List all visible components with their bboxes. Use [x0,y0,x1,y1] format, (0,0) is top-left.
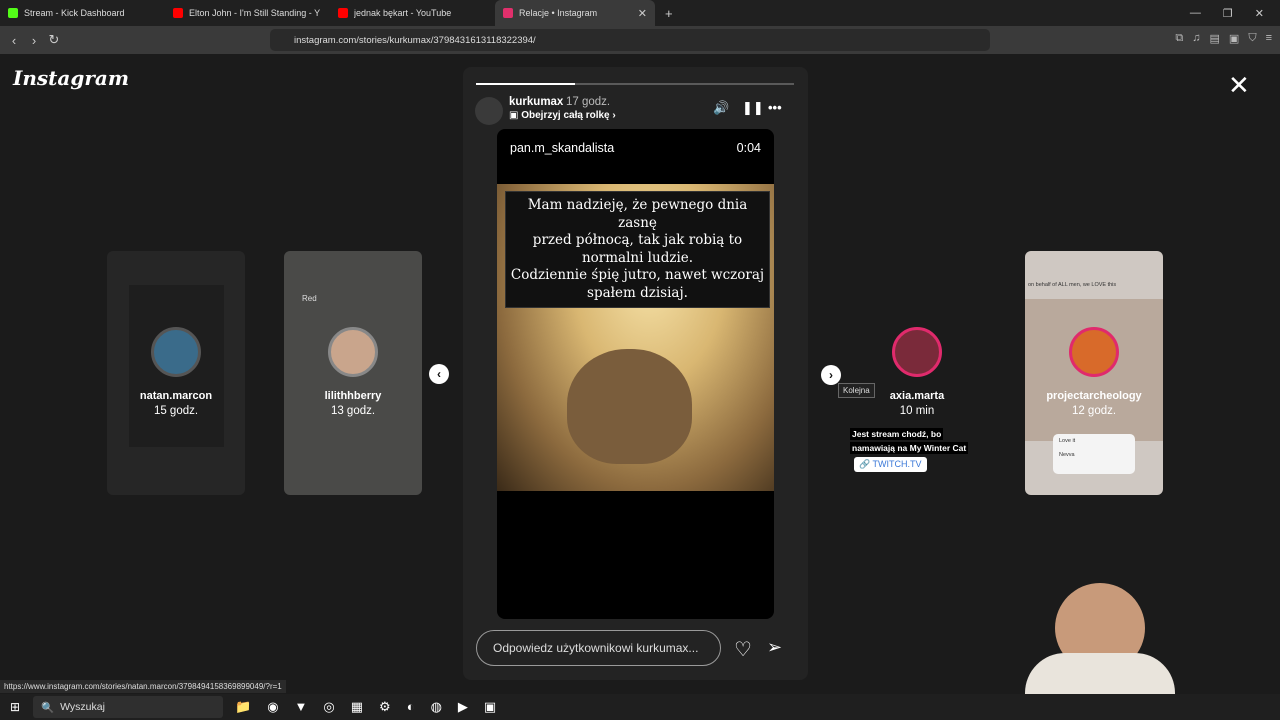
tab-jednak[interactable]: jednak bękart - YouTube [330,0,495,26]
twitch-link-sticker: 🔗 TWITCH.TV [854,457,927,472]
tab-instagram[interactable]: Relacje • Instagram ✕ [495,0,655,26]
taskbar: ⊞ 🔍 Wyszukaj 📁 ◉ ▼ ◎ ▦ ⚙ ◐ ◍ ▶ ▣ [0,694,1280,720]
story-viewer: kurkumax 17 godz. ▣ Obejrzyj całą rolkę … [463,67,808,680]
story-username[interactable]: kurkumax [509,96,563,108]
minimize-icon[interactable]: — [1190,7,1201,20]
instagram-icon [503,8,513,18]
close-tab-icon[interactable]: ✕ [638,7,647,20]
reload-icon[interactable]: ↻ [44,32,64,48]
story-time: 10 min [899,405,935,417]
pause-icon[interactable]: ❚❚ [742,100,764,116]
nav-bar: ‹ › ↻ instagram.com/stories/kurkumax/379… [0,26,1280,54]
story-username: axia.marta [889,390,945,402]
status-url: https://www.instagram.com/stories/natan.… [0,680,286,693]
story-overlay-text: Jest stream chodź, bo [850,428,944,440]
story-overlay-text: namawiają na My Winter Cat [850,442,969,454]
avatar [892,327,942,377]
previous-story-button[interactable]: ‹ [429,364,449,384]
instagram-logo[interactable]: Instagram [13,66,129,90]
story-username: natan.marcon [139,390,213,402]
avatar [1069,327,1119,377]
app-icon[interactable]: ▣ [484,699,496,715]
address-bar[interactable]: instagram.com/stories/kurkumax/379843161… [270,29,990,51]
heart-icon[interactable]: ♡ [734,637,752,662]
chrome-icon[interactable]: ◎ [323,699,334,715]
kick-icon [8,8,18,18]
story-time: 13 godz. [330,405,376,417]
more-options-icon[interactable]: ••• [768,100,782,115]
tab-bar: Stream - Kick Dashboard Elton John - I'm… [0,0,1280,26]
restore-icon[interactable]: ❐ [1223,7,1233,20]
story-time: 12 godz. [1071,405,1117,417]
story-header-text: on behalf of ALL men, we LOVE this [1028,282,1117,288]
youtube-icon [338,8,348,18]
story-video[interactable]: pan.m_skandalista 0:04 Mam nadzieję, że … [497,129,774,619]
file-explorer-icon[interactable]: 📁 [235,699,251,715]
side-story-projectarcheology[interactable]: on behalf of ALL men, we LOVE this proje… [1025,251,1163,495]
kick-icon[interactable]: ▶ [458,699,468,715]
side-story-lilith[interactable]: Red lilithhberry 13 godz. [284,251,422,495]
tab-elton[interactable]: Elton John - I'm Still Standing - Y [165,0,330,26]
video-username: pan.m_skandalista [510,141,615,155]
app-icon[interactable]: ▦ [351,699,363,715]
poll-sticker: Love it Nevva [1053,434,1135,474]
avatar [151,327,201,377]
side-story-natan[interactable]: natan.marcon 15 godz. [107,251,245,495]
shield-icon[interactable]: ⛉ [1248,32,1256,45]
taskbar-search[interactable]: 🔍 Wyszukaj [33,696,223,718]
reply-input[interactable]: Odpowiedz użytkownikowi kurkumax... [476,630,721,666]
obs-icon[interactable]: ◍ [431,699,442,715]
back-icon[interactable]: ‹ [4,33,24,48]
steam-icon[interactable]: ⚙ [379,699,391,715]
side-story-axia[interactable]: axia.marta 10 min Jest stream chodź, bo … [848,251,986,495]
edge-icon[interactable]: ◉ [267,699,278,715]
story-username: lilithhberry [324,390,382,402]
wallet-icon[interactable]: ▣ [1229,32,1239,45]
menu-icon[interactable]: ≡ [1266,32,1272,45]
video-caption: Mam nadzieję, że pewnego dnia zasnę prze… [505,191,770,308]
dog-face [567,349,692,464]
sidebar-icon[interactable]: ▤ [1210,32,1220,45]
music-icon[interactable]: ♫ [1192,32,1200,45]
story-time: 17 godz. [566,96,611,108]
story-tag: Red [302,294,317,303]
next-story-button[interactable]: › [821,365,841,385]
discord-icon[interactable]: ◐ [407,699,415,715]
story-time: 15 godz. [153,405,199,417]
close-icon[interactable]: ✕ [1228,72,1250,98]
tab-kick[interactable]: Stream - Kick Dashboard [0,0,165,26]
youtube-icon [173,8,183,18]
story-username: projectarcheology [1046,390,1142,402]
avatar[interactable] [475,97,503,125]
video-time: 0:04 [736,141,761,155]
close-window-icon[interactable]: ✕ [1255,7,1264,20]
story-progress-bar [476,83,794,85]
extensions-icon[interactable]: ⧉ [1175,32,1183,45]
send-icon[interactable]: ➢ [767,637,782,658]
brave-icon[interactable]: ▼ [295,699,308,715]
forward-icon[interactable]: › [24,33,44,48]
watch-reel-link[interactable]: ▣ Obejrzyj całą rolkę › [509,110,616,121]
windows-start-icon[interactable]: ⊞ [10,700,20,714]
new-tab-button[interactable]: + [665,6,673,21]
avatar [328,327,378,377]
volume-icon[interactable]: 🔊 [713,100,729,116]
